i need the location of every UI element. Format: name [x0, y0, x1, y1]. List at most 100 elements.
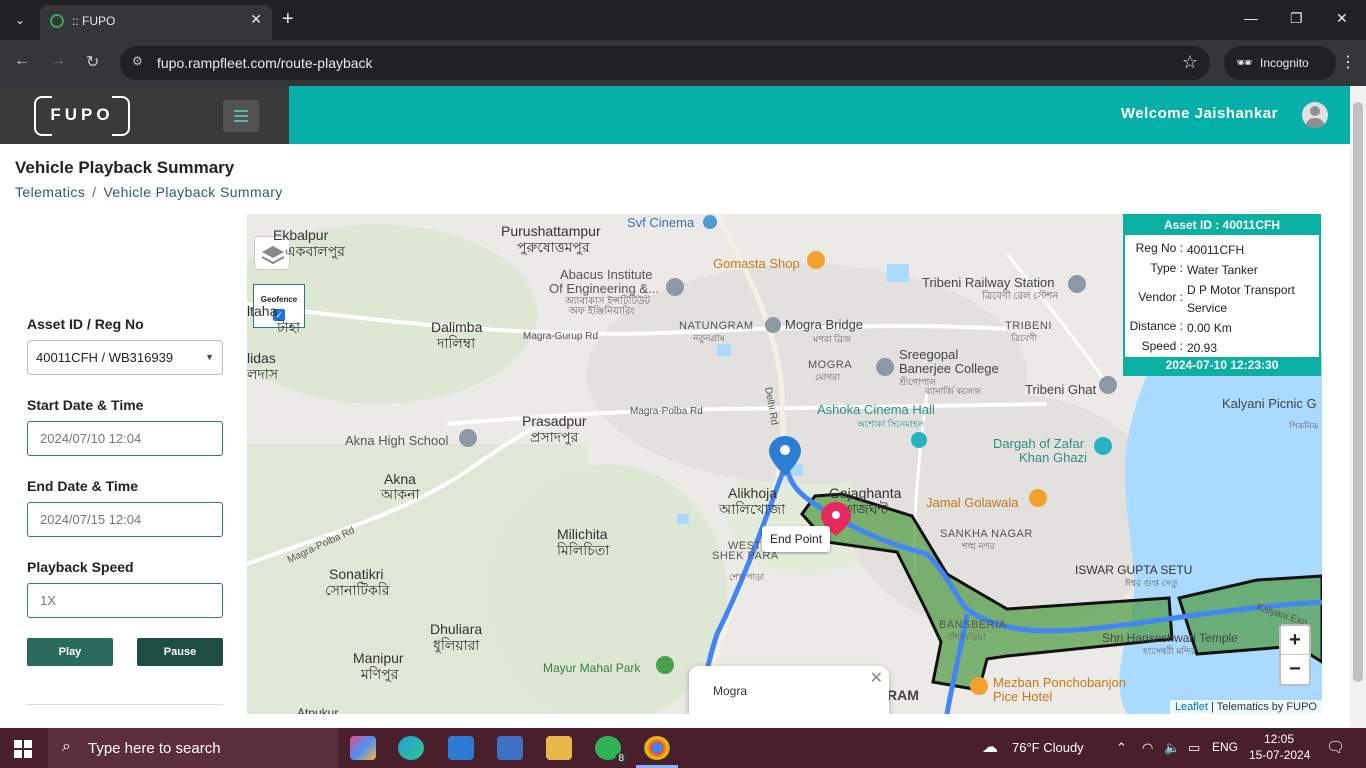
zoom-out-button[interactable]: −: [1281, 655, 1309, 684]
store-icon[interactable]: [497, 736, 523, 760]
asset-info-panel: Asset ID : 40011CFH Reg No : 40011CFH Typ…: [1123, 214, 1321, 376]
back-icon[interactable]: ←: [14, 52, 30, 70]
address-bar[interactable]: ⚙ fupo.rampfleet.com/route-playback ☆: [120, 46, 1210, 80]
incognito-badge[interactable]: 🕶 Incognito: [1224, 46, 1336, 80]
battery-icon[interactable]: ▭: [1188, 740, 1200, 756]
minimize-icon[interactable]: —: [1244, 10, 1258, 26]
map-label: Pice Hotel: [993, 689, 1053, 704]
header-bar: Welcome Jaishankar: [289, 86, 1350, 144]
map-label: Purushattampur: [501, 223, 601, 239]
type-label: Type :: [1150, 261, 1183, 275]
bookmark-star-icon[interactable]: ☆: [1182, 52, 1198, 73]
whatsapp-icon[interactable]: 8: [595, 736, 627, 764]
map-label: মণিপুর: [361, 666, 399, 682]
windows-start-icon[interactable]: [14, 740, 32, 758]
type-value: Water Tanker: [1187, 263, 1258, 277]
speed-value: 20.93: [1187, 341, 1218, 355]
browser-menu-icon[interactable]: ⋮: [1340, 52, 1356, 72]
asset-info-title: Asset ID : 40011CFH: [1125, 216, 1319, 235]
map-label: Dalimba: [431, 319, 483, 335]
copilot-icon[interactable]: [350, 736, 376, 760]
network-icon[interactable]: ◠: [1142, 740, 1153, 756]
end-date-label: End Date & Time: [27, 478, 138, 494]
map-label: মিলিচিতা: [557, 542, 610, 558]
browser-tabbar: ⌄ :: FUPO ✕ + — ❐ ✕: [0, 0, 1366, 40]
breadcrumb-telematics[interactable]: Telematics: [15, 184, 85, 200]
map-label: Gomasta Shop: [713, 256, 800, 271]
leaflet-link[interactable]: Leaflet: [1175, 701, 1208, 713]
map-label: Magra-Gurup Rd: [523, 331, 599, 342]
map-label: Sreegopal: [899, 347, 959, 362]
map-label: Prasadpur: [522, 413, 587, 429]
map-label: Manipur: [353, 650, 404, 666]
map-label: Svf Cinema: [627, 215, 695, 230]
map-label: Kalyani Picnic G: [1222, 396, 1317, 411]
end-point-tooltip: End Point: [762, 526, 831, 552]
map-label: Dargah of Zafar: [993, 436, 1085, 451]
popup-text: Mogra: [713, 684, 748, 698]
restore-icon[interactable]: ❐: [1290, 10, 1303, 27]
popup-close-icon[interactable]: ✕: [870, 668, 883, 688]
language-indicator[interactable]: ENG: [1212, 740, 1238, 754]
map-label: হংসেশ্বরী মন্দির: [1143, 646, 1197, 656]
notification-icon[interactable]: 🗨: [1326, 738, 1345, 756]
chrome-icon[interactable]: [644, 736, 670, 760]
taskbar-search[interactable]: ⌕ Type here to search: [48, 728, 338, 768]
speed-label: Speed :: [1141, 339, 1183, 353]
page-scrollbar[interactable]: [1350, 86, 1366, 728]
map-label: Sonatikri: [329, 566, 384, 582]
weather-icon[interactable]: ☁: [982, 737, 998, 757]
chevron-up-icon[interactable]: ⌃: [1116, 740, 1127, 756]
hamburger-menu-button[interactable]: [223, 100, 259, 132]
user-avatar-icon[interactable]: [1302, 102, 1328, 128]
map-label: Khan Ghazi: [1019, 450, 1087, 465]
forward-icon[interactable]: →: [50, 52, 66, 70]
map-label: Abacus Institute: [560, 267, 653, 282]
start-date-input[interactable]: 2024/07/10 12:04: [27, 421, 223, 456]
new-tab-icon[interactable]: +: [282, 8, 294, 30]
map-label: ব্যানার্জি কলেজ: [925, 386, 982, 396]
map-label: Gajaghanta: [829, 485, 902, 501]
site-info-icon[interactable]: ⚙: [132, 54, 148, 70]
map-label: Banerjee College: [899, 361, 999, 376]
asset-select-value: 40011CFH / WB316939: [36, 350, 174, 365]
map-label: Milichita: [557, 526, 608, 542]
zoom-in-button[interactable]: +: [1281, 626, 1309, 655]
weather-text[interactable]: 76°F Cloudy: [1012, 740, 1084, 755]
map-label: ত্রিবেণী: [1011, 333, 1037, 343]
tab-close-icon[interactable]: ✕: [250, 11, 262, 28]
volume-icon[interactable]: 🔈: [1164, 740, 1180, 756]
breadcrumb-current: Vehicle Playback Summary: [103, 184, 283, 200]
browser-tab[interactable]: :: FUPO ✕: [40, 5, 272, 40]
clock-time[interactable]: 12:05: [1264, 732, 1294, 746]
playback-speed-input[interactable]: 1X: [27, 583, 223, 618]
map-label: টাহা: [277, 319, 301, 335]
map-label: ltaha: [247, 303, 278, 319]
route-map[interactable]: Geofence ✓ Ekbalpur একবালপুর Purushattam…: [247, 214, 1322, 714]
breadcrumb: Telematics / Vehicle Playback Summary: [15, 184, 283, 200]
search-icon: ⌕: [62, 738, 71, 755]
fupo-favicon-icon: [50, 14, 64, 28]
scrollbar-thumb[interactable]: [1353, 102, 1363, 682]
fupo-logo[interactable]: FUPO: [34, 96, 130, 136]
map-label: lidas: [247, 350, 276, 366]
reload-icon[interactable]: ↻: [86, 52, 99, 72]
asset-select[interactable]: 40011CFH / WB316939 ▼: [27, 340, 223, 375]
asset-timestamp: 2024-07-10 12:23:30: [1125, 357, 1319, 374]
edge-icon[interactable]: [398, 736, 424, 760]
file-explorer-icon[interactable]: [546, 736, 572, 760]
end-date-input[interactable]: 2024/07/15 12:04: [27, 502, 223, 537]
map-label: আলিখোজা: [719, 501, 786, 517]
window-close-icon[interactable]: ✕: [1336, 10, 1348, 27]
zoom-control: + −: [1279, 624, 1311, 686]
play-button[interactable]: Play: [27, 638, 113, 666]
map-label: মগরা ব্রিজ: [813, 334, 851, 344]
clock-date[interactable]: 15-07-2024: [1249, 748, 1310, 762]
map-label: পিকনিক: [1289, 421, 1319, 431]
browser-toolbar: ← → ↻ ⚙ fupo.rampfleet.com/route-playbac…: [0, 40, 1366, 86]
map-label: একবালপুর: [285, 243, 345, 259]
pause-button[interactable]: Pause: [137, 638, 223, 666]
mail-icon[interactable]: [448, 736, 474, 760]
tab-search-dropdown[interactable]: ⌄: [8, 8, 32, 32]
map-label: Magra-Polba Rd: [630, 406, 703, 417]
